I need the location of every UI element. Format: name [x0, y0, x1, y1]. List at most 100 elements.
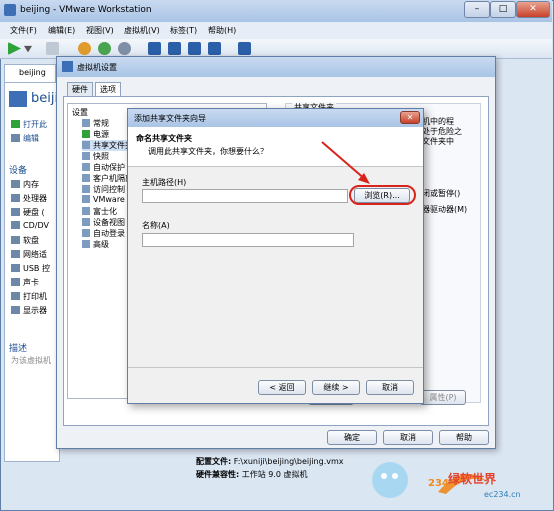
- isolation-icon: [82, 174, 90, 182]
- lock-icon: [82, 185, 90, 193]
- option-device-view[interactable]: 设备视图: [82, 217, 125, 228]
- cancel-button[interactable]: 取消: [383, 430, 433, 445]
- wizard-subheading: 调用此共享文件夹，你想要什么？: [148, 147, 268, 156]
- ok-button[interactable]: 确定: [327, 430, 377, 445]
- device-floppy[interactable]: 软盘: [11, 235, 39, 246]
- unity-icon: [82, 207, 90, 215]
- power-on-link[interactable]: 打开此: [11, 119, 47, 130]
- config-file-value: F:\xuniji\beijing\beijing.vmx: [233, 457, 344, 466]
- power-on-icon[interactable]: [8, 42, 21, 55]
- device-cdrom[interactable]: CD/DV: [11, 221, 49, 230]
- dropdown-arrow-icon[interactable]: [24, 45, 32, 53]
- tree-header: 设置: [72, 108, 88, 117]
- thumbnail-icon[interactable]: [238, 42, 251, 55]
- red-arrow-icon: [321, 141, 370, 184]
- device-cpu[interactable]: 处理器: [11, 193, 47, 204]
- snapshot-manager-icon[interactable]: [118, 42, 131, 55]
- disk-icon: [11, 208, 20, 216]
- cdrom-icon: [11, 221, 20, 229]
- wizard-titlebar: 添加共享文件夹向导 ✕: [128, 109, 423, 127]
- fullscreen-icon[interactable]: [148, 42, 161, 55]
- devices-header[interactable]: 设备: [9, 163, 27, 176]
- general-icon: [82, 119, 90, 127]
- settings-title: 虚拟机设置: [77, 63, 117, 72]
- option-advanced[interactable]: 高级: [82, 239, 109, 250]
- snapshot-icon: [82, 152, 90, 160]
- watermark-text: 绿软世界: [448, 472, 497, 486]
- autoprotect-icon: [82, 163, 90, 171]
- settings-titlebar: 虚拟机设置: [57, 57, 495, 77]
- option-autologon[interactable]: 自动登录: [82, 228, 125, 239]
- wizard-divider: [128, 367, 423, 368]
- vm-name: beiji: [31, 91, 59, 106]
- main-titlebar: beijing - VMware Workstation – □ ✕: [0, 0, 552, 22]
- config-info: 配置文件: F:\xuniji\beijing\beijing.vmx 硬件兼容…: [196, 456, 344, 480]
- usb-icon: [11, 264, 20, 272]
- wizard-header: 命名共享文件夹 调用此共享文件夹，你想要什么？: [128, 127, 423, 167]
- network-icon: [11, 250, 20, 258]
- name-label: 名称(A): [142, 221, 170, 230]
- tab-hardware[interactable]: 硬件: [67, 82, 93, 96]
- compat-label: 硬件兼容性:: [196, 470, 240, 479]
- maximize-button[interactable]: □: [490, 1, 516, 18]
- option-text-1: 闭或暂停(): [422, 189, 461, 198]
- description-placeholder[interactable]: 为该虚拟机: [11, 355, 51, 366]
- close-button[interactable]: ✕: [516, 1, 550, 18]
- vm-summary-panel: beiji 打开此 编辑 设备 内存 处理器 硬盘 ( CD/DV 软盘 网络适…: [4, 82, 60, 462]
- suspend-icon[interactable]: [46, 42, 59, 55]
- menu-bar: 文件(F) 编辑(E) 视图(V) 虚拟机(V) 标签(T) 帮助(H): [0, 22, 552, 39]
- quick-switch-icon[interactable]: [188, 42, 201, 55]
- host-path-label: 主机路径(H): [142, 178, 187, 187]
- sound-icon: [11, 278, 20, 286]
- display-icon: [11, 306, 20, 314]
- vm-icon: [9, 91, 27, 107]
- power-icon: [82, 130, 90, 138]
- menu-vm[interactable]: 虚拟机(V): [124, 25, 160, 36]
- menu-help[interactable]: 帮助(H): [208, 25, 236, 36]
- device-printer[interactable]: 打印机: [11, 291, 47, 302]
- device-network[interactable]: 网络适: [11, 249, 47, 260]
- wizard-close-button[interactable]: ✕: [400, 111, 420, 124]
- advanced-icon: [82, 240, 90, 248]
- menu-tabs[interactable]: 标签(T): [170, 25, 197, 36]
- option-unity[interactable]: 富士化: [82, 206, 117, 217]
- watermark-url: ec234.cn: [484, 490, 521, 499]
- menu-edit[interactable]: 编辑(E): [48, 25, 75, 36]
- option-autoprotect[interactable]: 自动保护: [82, 162, 125, 173]
- printer-icon: [11, 292, 20, 300]
- description-header[interactable]: 描述: [9, 341, 27, 354]
- console-view-icon[interactable]: [208, 42, 221, 55]
- revert-snapshot-icon[interactable]: [98, 42, 111, 55]
- autologon-icon: [82, 229, 90, 237]
- device-disk[interactable]: 硬盘 (: [11, 207, 45, 218]
- device-display[interactable]: 显示器: [11, 305, 47, 316]
- name-input[interactable]: [142, 233, 354, 247]
- back-button[interactable]: < 返回: [258, 380, 306, 395]
- vm-tab[interactable]: beijing: [4, 64, 56, 82]
- device-view-icon: [82, 218, 90, 226]
- unity-icon[interactable]: [168, 42, 181, 55]
- help-button[interactable]: 帮助: [439, 430, 489, 445]
- next-button[interactable]: 继续 >: [312, 380, 360, 395]
- properties-button[interactable]: 属性(P): [420, 390, 466, 405]
- option-general[interactable]: 常规: [82, 118, 109, 129]
- floppy-icon: [11, 236, 20, 244]
- device-usb[interactable]: USB 控: [11, 263, 50, 274]
- menu-view[interactable]: 视图(V): [86, 25, 114, 36]
- folder-icon: [82, 141, 90, 149]
- tab-options[interactable]: 选项: [95, 82, 121, 96]
- option-access-control[interactable]: 访问控制: [82, 184, 125, 195]
- option-isolation[interactable]: 客户机隔离: [82, 173, 133, 184]
- vm-tab-label: beijing: [19, 68, 46, 77]
- minimize-button[interactable]: –: [464, 1, 490, 18]
- menu-file[interactable]: 文件(F): [10, 25, 37, 36]
- wizard-cancel-button[interactable]: 取消: [366, 380, 414, 395]
- device-sound[interactable]: 声卡: [11, 277, 39, 288]
- device-memory[interactable]: 内存: [11, 179, 39, 190]
- snapshot-icon[interactable]: [78, 42, 91, 55]
- option-snapshots[interactable]: 快照: [82, 151, 109, 162]
- wizard-title: 添加共享文件夹向导: [134, 114, 206, 123]
- add-shared-folder-wizard: 添加共享文件夹向导 ✕ 命名共享文件夹 调用此共享文件夹，你想要什么？ 主机路径…: [127, 108, 424, 404]
- option-power[interactable]: 电源: [82, 129, 109, 140]
- edit-settings-link[interactable]: 编辑: [11, 133, 39, 144]
